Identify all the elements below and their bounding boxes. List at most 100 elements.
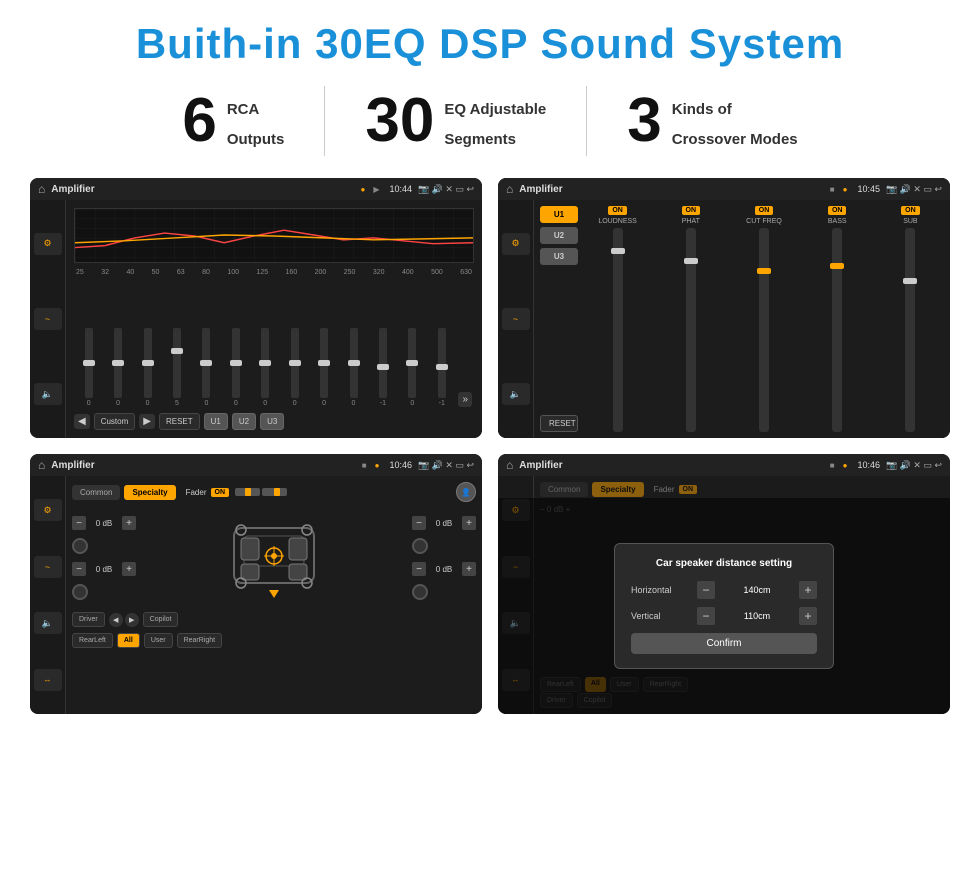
eq-slider-6: 0 <box>223 328 248 407</box>
dialog-horizontal-plus[interactable]: + <box>799 581 817 599</box>
dialog-status-bar: ⌂ Amplifier ■ ● 10:46 📷 🔊 ✕ ▭ ↩ <box>498 454 950 476</box>
fader-btn-copilot[interactable]: Copilot <box>143 612 179 627</box>
fader-db-value-1: 0 dB <box>90 519 118 528</box>
fader-speaker-circle-3 <box>412 538 428 554</box>
dialog-screen-content: ⚙ ~ 🔈 ↔ Common Specialty Fader ON − 0 <box>498 476 950 714</box>
fader-minus-1[interactable]: − <box>72 516 86 530</box>
dialog-vertical-plus[interactable]: + <box>799 607 817 625</box>
fader-plus-4[interactable]: + <box>462 562 476 576</box>
eq-custom-btn[interactable]: Custom <box>94 413 136 430</box>
fader-plus-2[interactable]: + <box>122 562 136 576</box>
fader-tune-icon[interactable]: ⚙ <box>34 499 62 521</box>
loudness-on-label[interactable]: ON <box>608 206 627 215</box>
cutfreq-on-label[interactable]: ON <box>755 206 774 215</box>
stat-number-crossover: 3 <box>627 90 661 152</box>
eq-freq-labels: 253240506380100125160200250320400500630 <box>74 269 474 276</box>
eq-play-btn[interactable]: ▶ <box>139 414 155 429</box>
sub-name: SUB <box>903 218 917 225</box>
dialog-confirm-button[interactable]: Confirm <box>631 633 817 654</box>
fader-home-icon[interactable]: ⌂ <box>38 458 45 472</box>
fader-arrow-icon[interactable]: ↔ <box>34 669 62 691</box>
fader-btn-driver[interactable]: Driver <box>72 612 105 627</box>
stat-number-eq: 30 <box>365 90 434 152</box>
fader-speaker-circle-4 <box>412 584 428 600</box>
fader-screen: ⌂ Amplifier ■ ● 10:46 📷 🔊 ✕ ▭ ↩ ⚙ ~ 🔈 ↔ … <box>30 454 482 714</box>
eq-prev-btn[interactable]: ◀ <box>74 414 90 429</box>
fader-main-area: Common Specialty Fader ON 👤 <box>66 476 482 714</box>
dialog-vertical-minus[interactable]: − <box>697 607 715 625</box>
dialog-box: Car speaker distance setting Horizontal … <box>614 543 834 669</box>
dialog-horizontal-minus[interactable]: − <box>697 581 715 599</box>
fader-btn-user[interactable]: User <box>144 633 173 648</box>
amp-tune-icon[interactable]: ⚙ <box>502 233 530 255</box>
amp-reset-btn[interactable]: RESET <box>540 415 578 432</box>
fader-db-row-2: − 0 dB + <box>72 562 136 576</box>
eq-u3-btn[interactable]: U3 <box>260 413 284 430</box>
fader-left-sidebar: ⚙ ~ 🔈 ↔ <box>30 476 66 714</box>
home-icon[interactable]: ⌂ <box>38 182 45 196</box>
page-container: Buith-in 30EQ DSP Sound System 6 RCA Out… <box>0 0 980 734</box>
fader-middle-area: − 0 dB + − 0 dB + <box>72 508 476 608</box>
amp-preset-u1[interactable]: U1 <box>540 206 578 223</box>
eq-screen: ⌂ Amplifier ● ▶ 10:44 📷 🔊 ✕ ▭ ↩ ⚙ ~ 🔈 <box>30 178 482 438</box>
eq-tune-icon[interactable]: ⚙ <box>34 233 62 255</box>
eq-wave-icon[interactable]: ~ <box>34 308 62 330</box>
fader-left-db: − 0 dB + − 0 dB + <box>72 516 136 600</box>
fader-speaker-row-2 <box>72 584 136 600</box>
dialog-home-icon[interactable]: ⌂ <box>506 458 513 472</box>
bass-slider[interactable] <box>832 228 842 432</box>
dialog-status-icons: 📷 🔊 ✕ ▭ ↩ <box>886 460 942 471</box>
fader-minus-4[interactable]: − <box>412 562 426 576</box>
fader-plus-1[interactable]: + <box>122 516 136 530</box>
fader-left-arrow[interactable]: ◀ <box>109 613 123 627</box>
eq-slider-3: 0 <box>135 328 160 407</box>
fader-on-badge[interactable]: ON <box>211 488 230 497</box>
amp-preset-u2[interactable]: U2 <box>540 227 578 244</box>
bass-on-label[interactable]: ON <box>828 206 847 215</box>
dialog-horizontal-value: 140cm <box>721 585 793 595</box>
stat-eq: 30 EQ Adjustable Segments <box>325 90 586 152</box>
cutfreq-slider[interactable] <box>759 228 769 432</box>
phat-slider[interactable] <box>686 228 696 432</box>
phat-on-label[interactable]: ON <box>682 206 701 215</box>
fader-plus-3[interactable]: + <box>462 516 476 530</box>
fader-wave-icon[interactable]: ~ <box>34 556 62 578</box>
fader-minus-3[interactable]: − <box>412 516 426 530</box>
fader-btn-rearleft[interactable]: RearLeft <box>72 633 113 648</box>
loudness-slider[interactable] <box>613 228 623 432</box>
amp-home-icon[interactable]: ⌂ <box>506 182 513 196</box>
amp-preset-u3[interactable]: U3 <box>540 248 578 265</box>
fader-db-row-1: − 0 dB + <box>72 516 136 530</box>
fader-btn-all[interactable]: All <box>117 633 140 648</box>
fader-db-value-3: 0 dB <box>430 519 458 528</box>
eq-reset-btn[interactable]: RESET <box>159 413 200 430</box>
eq-main-area: 253240506380100125160200250320400500630 … <box>66 200 482 438</box>
eq-u1-btn[interactable]: U1 <box>204 413 228 430</box>
eq-slider-8: 0 <box>282 328 307 407</box>
stat-label-cross2: Crossover Modes <box>672 120 798 150</box>
fader-btn-rearright[interactable]: RearRight <box>177 633 223 648</box>
fader-right-arrow[interactable]: ▶ <box>125 613 139 627</box>
amp-phat-col: ON PHAT <box>657 206 724 432</box>
eq-more-arrow[interactable]: » <box>458 392 472 407</box>
fader-speaker-row-4 <box>412 584 476 600</box>
amp-screen-content: ⚙ ~ 🔈 U1 U2 U3 RESET <box>498 200 950 438</box>
fader-tab-common[interactable]: Common <box>72 485 120 500</box>
fader-speaker-icon[interactable]: 🔈 <box>34 612 62 634</box>
sub-slider[interactable] <box>905 228 915 432</box>
eq-u2-btn[interactable]: U2 <box>232 413 256 430</box>
sub-on-label[interactable]: ON <box>901 206 920 215</box>
eq-speaker-icon[interactable]: 🔈 <box>34 383 62 405</box>
car-diagram-svg <box>219 508 329 608</box>
amp-screen-title: Amplifier <box>519 184 824 195</box>
amp-wave-icon[interactable]: ~ <box>502 308 530 330</box>
dialog-screen: ⌂ Amplifier ■ ● 10:46 📷 🔊 ✕ ▭ ↩ ⚙ ~ 🔈 ↔ … <box>498 454 950 714</box>
eq-graph <box>74 208 474 263</box>
fader-minus-2[interactable]: − <box>72 562 86 576</box>
amp-speaker-icon[interactable]: 🔈 <box>502 383 530 405</box>
fader-tab-specialty[interactable]: Specialty <box>124 485 175 500</box>
fader-avatar-icon[interactable]: 👤 <box>456 482 476 502</box>
stats-row: 6 RCA Outputs 30 EQ Adjustable Segments … <box>30 86 950 156</box>
eq-screen-title: Amplifier <box>51 184 354 195</box>
amp-bass-col: ON BASS <box>804 206 871 432</box>
